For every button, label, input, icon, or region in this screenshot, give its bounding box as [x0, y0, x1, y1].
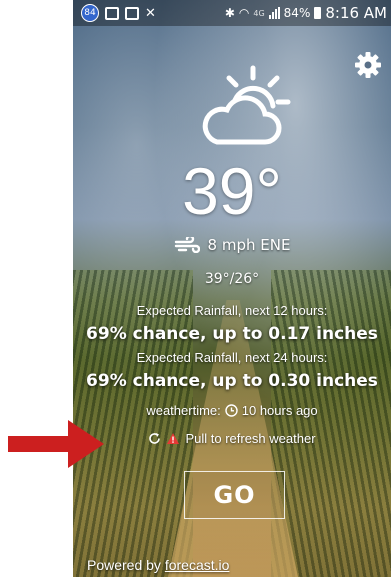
missed-call-icon: ✕ [145, 5, 156, 21]
weathertime-value: 10 hours ago [241, 403, 318, 418]
go-button[interactable]: GO [184, 471, 285, 519]
signal-icon [268, 7, 280, 19]
refresh-row[interactable]: Pull to refresh weather [73, 431, 391, 446]
wind-icon [174, 237, 200, 253]
wind-row: 8 mph ENE [73, 236, 391, 254]
refresh-icon [149, 433, 161, 444]
temperature: 39° [182, 154, 282, 228]
weathertime-label: weathertime: [146, 403, 221, 418]
rain-12h-value: 69% chance, up to 0.17 inches [86, 324, 378, 344]
rain-24h-label: Expected Rainfall, next 24 hours: [136, 350, 328, 365]
wifi-icon: ◠ [238, 6, 250, 20]
clock-icon [225, 404, 238, 417]
settings-gear-icon[interactable] [353, 50, 383, 80]
screenshot-icon [105, 6, 119, 20]
wind-text: 8 mph ENE [207, 236, 291, 254]
partly-cloudy-day-icon [202, 65, 291, 145]
weathertime-row: weathertime: 10 hours ago [73, 403, 391, 418]
battery-percent: 84% [283, 6, 311, 20]
high-low-temperature: 39°/26° [204, 271, 260, 287]
rain-12h-label: Expected Rainfall, next 12 hours: [136, 303, 328, 318]
forecast-link[interactable]: forecast.io [165, 557, 230, 573]
battery-icon [314, 7, 322, 19]
app-screen: 84 ✕ ✱ ◠ 4G 84% 8:16 AM 39° 8 mph ENE 39… [73, 0, 391, 577]
image-icon [125, 6, 139, 20]
refresh-text: Pull to refresh weather [185, 431, 316, 446]
red-arrow-annotation-icon [8, 420, 104, 468]
rain-24h-value: 69% chance, up to 0.30 inches [86, 371, 378, 391]
clock: 8:16 AM [325, 4, 387, 22]
footer-prefix: Powered by [87, 557, 165, 573]
powered-by-footer: Powered by forecast.io [87, 557, 229, 573]
network-type: 4G [253, 8, 265, 18]
bluetooth-icon: ✱ [224, 6, 235, 20]
warning-icon [167, 433, 180, 444]
notification-badge-icon: 84 [81, 4, 99, 22]
status-bar: 84 ✕ ✱ ◠ 4G 84% 8:16 AM [73, 0, 391, 26]
